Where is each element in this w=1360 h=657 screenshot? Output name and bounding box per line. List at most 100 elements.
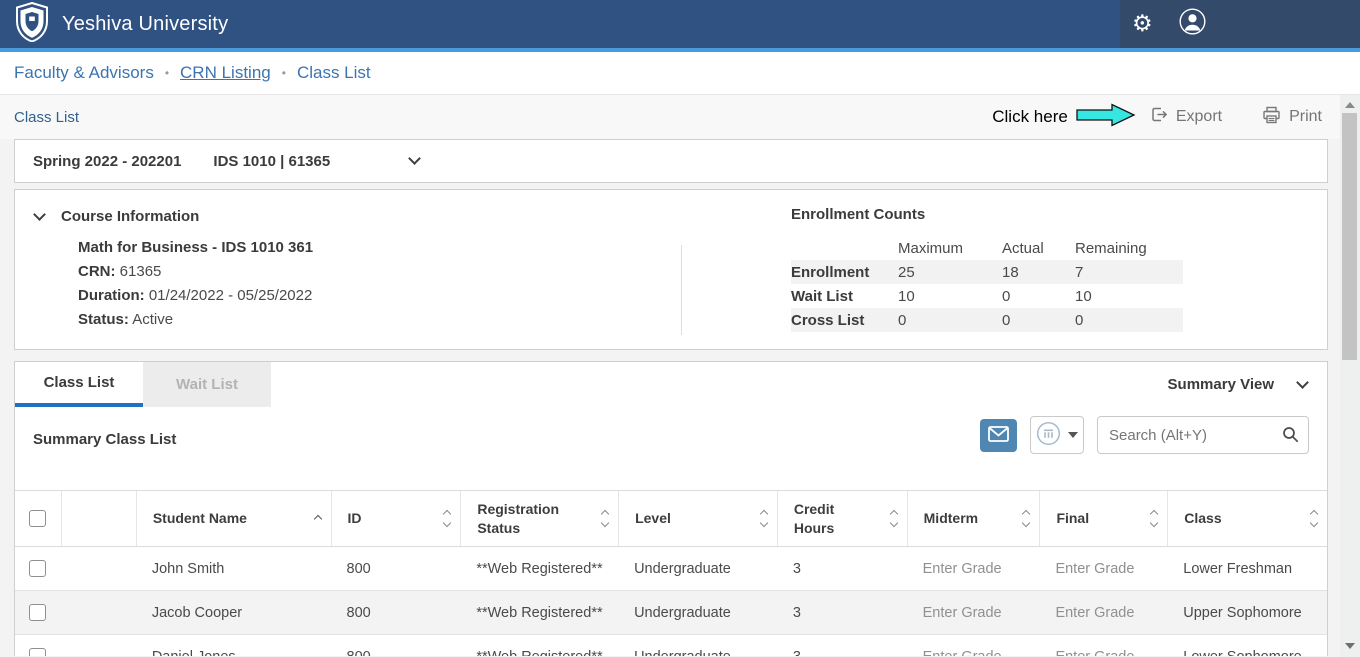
sort-icons xyxy=(438,511,450,526)
export-button[interactable]: Export xyxy=(1150,106,1222,128)
grade-entry-icon xyxy=(1036,421,1061,449)
midterm-enter-grade[interactable]: Enter Grade xyxy=(923,561,1002,577)
export-icon xyxy=(1150,106,1168,128)
header-level[interactable]: Level xyxy=(618,491,777,546)
student-class: Lower Sophomore xyxy=(1167,649,1327,657)
tab-bar: Class List Wait List Summary View xyxy=(15,362,1327,407)
list-toolbar: Summary Class List xyxy=(15,407,1327,471)
print-icon xyxy=(1262,106,1281,129)
row-checkbox[interactable] xyxy=(29,604,46,621)
chevron-down-icon[interactable] xyxy=(408,152,421,165)
tab-wait-list[interactable]: Wait List xyxy=(143,362,271,407)
credit-hours: 3 xyxy=(777,649,907,657)
wait-list-row: Wait List 10 0 10 xyxy=(791,284,1183,308)
registration-status: **Web Registered** xyxy=(460,649,618,657)
student-name: Daniel Jones xyxy=(136,649,331,657)
user-avatar-icon[interactable] xyxy=(1179,8,1206,40)
page-title: Class List xyxy=(14,109,79,126)
enrollment-counts: Enrollment Counts Maximum Actual Remaini… xyxy=(791,206,1183,332)
annotation-arrow xyxy=(1076,103,1136,132)
breadcrumb-separator: • xyxy=(165,66,169,80)
header-final[interactable]: Final xyxy=(1039,491,1167,546)
header-midterm[interactable]: Midterm xyxy=(907,491,1040,546)
student-name: Jacob Cooper xyxy=(136,605,331,621)
credit-hours: 3 xyxy=(777,605,907,621)
click-here-annotation: Click here xyxy=(992,107,1068,127)
scrollbar-thumb[interactable] xyxy=(1342,113,1357,360)
enrollment-header-row: Maximum Actual Remaining xyxy=(791,236,1183,260)
table-row: John Smith 800 **Web Registered** Underg… xyxy=(15,547,1327,591)
credit-hours: 3 xyxy=(777,561,907,577)
header-class[interactable]: Class xyxy=(1167,491,1327,546)
selected-course: IDS 1010 | 61365 xyxy=(213,153,330,170)
table-header-row: Student Name ID Registration Status Leve… xyxy=(15,490,1327,547)
header-credit-hours[interactable]: Credit Hours xyxy=(777,491,907,546)
enrollment-counts-title: Enrollment Counts xyxy=(791,206,1183,223)
view-selector[interactable]: Summary View xyxy=(1168,362,1307,407)
selected-term: Spring 2022 - 202201 xyxy=(33,153,181,170)
summary-class-list-heading: Summary Class List xyxy=(33,431,176,448)
page-header: Class List Click here Export xyxy=(0,95,1360,139)
top-navbar: Yeshiva University ⚙ xyxy=(0,0,1360,48)
sort-icons xyxy=(596,511,608,526)
student-class: Upper Sophomore xyxy=(1167,605,1327,621)
student-id: 800 xyxy=(331,605,461,621)
vertical-divider xyxy=(681,245,682,335)
print-label: Print xyxy=(1289,108,1322,126)
sort-icons xyxy=(1305,511,1317,526)
vertical-scrollbar[interactable] xyxy=(1340,95,1360,657)
row-checkbox[interactable] xyxy=(29,648,46,656)
select-all-checkbox[interactable] xyxy=(29,510,46,527)
search-input[interactable] xyxy=(1097,416,1309,454)
student-level: Undergraduate xyxy=(618,605,777,621)
search-icon[interactable] xyxy=(1282,426,1299,448)
midterm-enter-grade[interactable]: Enter Grade xyxy=(923,605,1002,621)
course-information-title: Course Information xyxy=(61,208,199,225)
breadcrumb-crn-listing[interactable]: CRN Listing xyxy=(180,63,271,83)
student-id: 800 xyxy=(331,649,461,657)
settings-gear-icon[interactable]: ⚙ xyxy=(1132,13,1153,36)
class-list-table: Student Name ID Registration Status Leve… xyxy=(15,490,1327,656)
sort-icons xyxy=(755,511,767,526)
header-registration-status[interactable]: Registration Status xyxy=(460,491,618,546)
brand: Yeshiva University xyxy=(0,2,228,47)
final-enter-grade[interactable]: Enter Grade xyxy=(1055,649,1134,657)
student-class: Lower Freshman xyxy=(1167,561,1327,577)
cross-list-row: Cross List 0 0 0 xyxy=(791,308,1183,332)
final-enter-grade[interactable]: Enter Grade xyxy=(1055,605,1134,621)
enrollment-row: Enrollment 25 18 7 xyxy=(791,260,1183,284)
final-enter-grade[interactable]: Enter Grade xyxy=(1055,561,1134,577)
tools-dropdown-button[interactable] xyxy=(1030,416,1084,454)
class-list-panel: Class List Wait List Summary View Summar… xyxy=(14,361,1328,656)
export-label: Export xyxy=(1176,108,1222,126)
dropdown-caret-icon xyxy=(1068,432,1078,438)
navbar-right-section: ⚙ xyxy=(1120,0,1360,48)
course-information-panel: Course Information Math for Business - I… xyxy=(14,189,1328,350)
student-name: John Smith xyxy=(136,561,331,577)
table-row: Jacob Cooper 800 **Web Registered** Unde… xyxy=(15,591,1327,635)
university-shield-logo xyxy=(14,2,50,47)
midterm-enter-grade[interactable]: Enter Grade xyxy=(923,649,1002,657)
print-button[interactable]: Print xyxy=(1262,106,1322,129)
email-button[interactable] xyxy=(980,419,1017,452)
registration-status: **Web Registered** xyxy=(460,605,618,621)
student-level: Undergraduate xyxy=(618,649,777,657)
sort-icons xyxy=(1145,511,1157,526)
breadcrumb-separator: • xyxy=(282,66,286,80)
collapse-chevron-icon[interactable] xyxy=(33,208,46,221)
header-id[interactable]: ID xyxy=(331,491,461,546)
chevron-down-icon xyxy=(1296,376,1309,389)
envelope-icon xyxy=(988,426,1009,445)
table-row: Daniel Jones 800 **Web Registered** Unde… xyxy=(15,635,1327,656)
tab-class-list[interactable]: Class List xyxy=(15,362,143,407)
breadcrumb-class-list[interactable]: Class List xyxy=(297,63,371,83)
term-course-selector[interactable]: Spring 2022 - 202201 IDS 1010 | 61365 xyxy=(14,139,1328,183)
sort-icons xyxy=(1017,511,1029,526)
header-student-name[interactable]: Student Name xyxy=(136,491,331,546)
row-checkbox[interactable] xyxy=(29,560,46,577)
scrollbar-down-arrow[interactable] xyxy=(1345,643,1355,649)
scrollbar-up-arrow[interactable] xyxy=(1345,102,1355,108)
student-level: Undergraduate xyxy=(618,561,777,577)
breadcrumb-faculty-advisors[interactable]: Faculty & Advisors xyxy=(14,63,154,83)
brand-name: Yeshiva University xyxy=(62,13,228,36)
